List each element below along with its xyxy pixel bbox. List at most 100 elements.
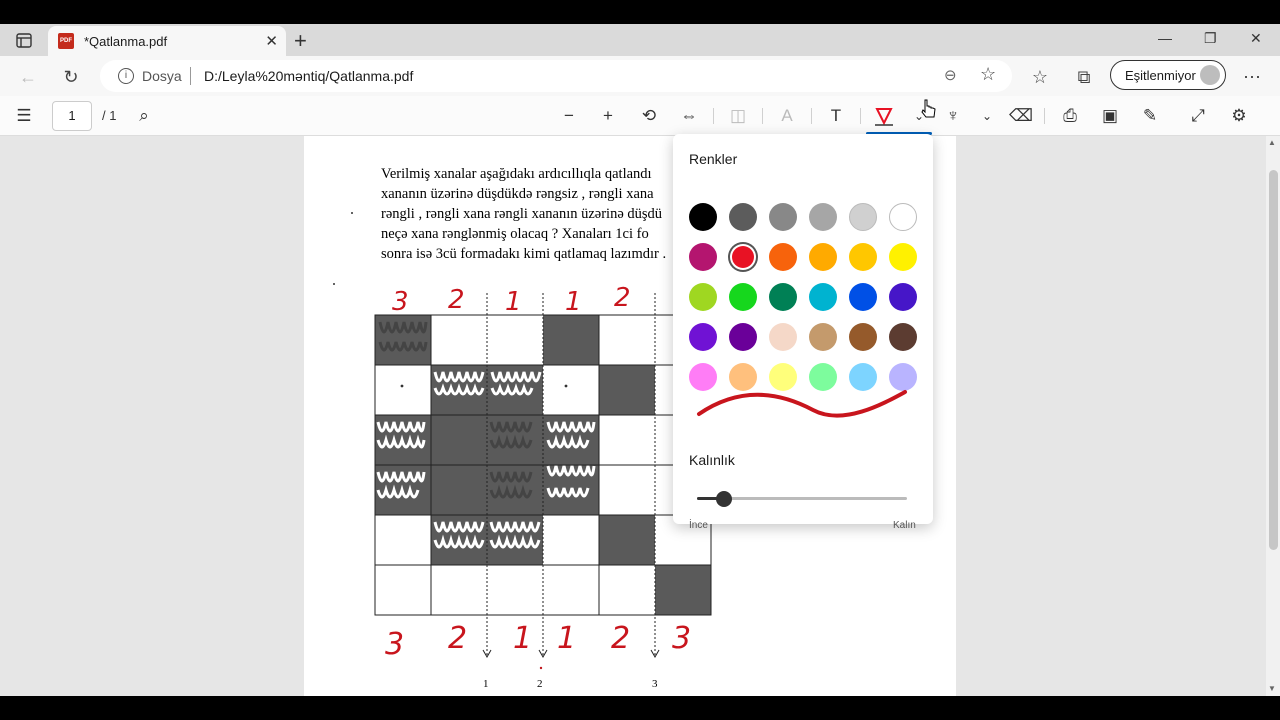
fullscreen-icon[interactable]: ⤢: [1186, 104, 1210, 128]
top-label: 1: [505, 287, 522, 317]
settings-icon[interactable]: ⚙: [1227, 104, 1251, 128]
tab-strip: PDF *Qatlanma.pdf ✕ + — ❐ ✕: [0, 24, 1280, 56]
toolbar-separator: [1044, 108, 1045, 124]
color-swatch[interactable]: [729, 283, 757, 311]
add-favorite-icon[interactable]: ☆: [980, 64, 996, 85]
thickness-slider-thumb[interactable]: [716, 491, 733, 507]
zoom-out-icon[interactable]: ⊖: [944, 66, 957, 84]
top-label: 2: [614, 283, 631, 313]
bottom-label: 2: [448, 621, 467, 656]
color-swatch[interactable]: [849, 203, 877, 231]
color-swatch[interactable]: [849, 283, 877, 311]
toolbar-separator: [860, 108, 861, 124]
color-swatch[interactable]: [889, 203, 917, 231]
close-window-icon[interactable]: ✕: [1250, 30, 1262, 47]
color-swatch[interactable]: [732, 246, 754, 268]
colors-heading: Renkler: [689, 151, 738, 167]
document-area[interactable]: Verilmiş xanalar aşağıdakı ardıcıllıqla …: [0, 136, 1266, 696]
toolbar-separator: [762, 108, 763, 124]
rotate-icon[interactable]: ⟲: [637, 104, 661, 128]
refresh-icon[interactable]: ↻: [58, 64, 84, 90]
color-swatch[interactable]: [809, 283, 837, 311]
browser-window: PDF *Qatlanma.pdf ✕ + — ❐ ✕ ← ↻ i Dosya …: [0, 24, 1280, 696]
page-view-icon[interactable]: ◫: [726, 104, 750, 128]
collections-icon[interactable]: ⧉: [1071, 64, 1097, 90]
fit-width-icon[interactable]: ⇔: [677, 104, 701, 128]
eraser-icon[interactable]: ⌫: [1009, 104, 1033, 128]
screen: PDF *Qatlanma.pdf ✕ + — ❐ ✕ ← ↻ i Dosya …: [0, 0, 1280, 720]
color-swatch[interactable]: [689, 283, 717, 311]
tab-actions-icon[interactable]: [12, 31, 36, 51]
close-tab-icon[interactable]: ✕: [265, 32, 278, 50]
favorites-icon[interactable]: ☆: [1027, 64, 1053, 90]
tab-active[interactable]: PDF *Qatlanma.pdf ✕: [48, 26, 286, 56]
scrollbar-thumb[interactable]: [1269, 170, 1278, 550]
red-dot: [539, 666, 543, 670]
color-swatch[interactable]: [849, 243, 877, 271]
more-options-icon[interactable]: ⋯: [1239, 64, 1265, 90]
avatar: [1200, 65, 1220, 85]
zoom-out-button-icon[interactable]: −: [557, 104, 581, 128]
tab-title: *Qatlanma.pdf: [84, 34, 168, 49]
color-swatch[interactable]: [729, 203, 757, 231]
back-icon[interactable]: ←: [15, 64, 41, 90]
color-swatch[interactable]: [729, 323, 757, 351]
minimize-icon[interactable]: —: [1158, 30, 1172, 46]
stray-dot: [333, 283, 335, 285]
cell-dot: [564, 384, 568, 388]
color-swatch[interactable]: [809, 203, 837, 231]
zoom-in-icon[interactable]: +: [596, 104, 620, 128]
pdf-toolbar: ☰ 1 / 1 ⌕ − + ⟲ ⇔ ◫ A T ⌄ ♆ ⌄ ⌫ ⎙ ▣ ✎ ⤢ …: [0, 96, 1280, 136]
contents-icon[interactable]: ☰: [12, 104, 36, 128]
info-icon[interactable]: i: [118, 68, 134, 84]
color-swatch[interactable]: [689, 323, 717, 351]
profile-button[interactable]: Eşitlenmiyor: [1110, 60, 1226, 90]
top-label: 3: [392, 287, 409, 317]
new-tab-icon[interactable]: +: [294, 28, 307, 54]
read-aloud-icon[interactable]: A: [775, 104, 799, 128]
cell-dot: [400, 384, 404, 388]
scroll-up-icon[interactable]: ▲: [1268, 138, 1276, 147]
restore-icon[interactable]: ❐: [1204, 30, 1217, 47]
fold-number: 1: [483, 678, 489, 690]
highlight-options-chevron-icon[interactable]: ⌄: [975, 104, 999, 128]
address-separator: [190, 67, 191, 85]
color-swatch[interactable]: [689, 203, 717, 231]
scroll-down-icon[interactable]: ▼: [1268, 684, 1276, 693]
page-number-input[interactable]: 1: [52, 101, 92, 131]
profile-label: Eşitlenmiyor: [1125, 68, 1196, 83]
print-icon[interactable]: ⎙: [1058, 104, 1082, 128]
color-swatch[interactable]: [769, 323, 797, 351]
thickness-heading: Kalınlık: [689, 452, 735, 468]
draw-color-popup: Renkler Kalınlık İnce Kalın: [673, 134, 933, 531]
address-scheme-label: Dosya: [142, 68, 182, 84]
address-bar[interactable]: i Dosya D:/Leyla%20məntiq/Qatlanma.pdf ⊖…: [100, 60, 1012, 92]
bottom-label: 1: [557, 621, 576, 656]
bottom-label: 1: [513, 621, 532, 656]
color-swatch[interactable]: [889, 243, 917, 271]
color-swatch[interactable]: [849, 323, 877, 351]
color-swatch[interactable]: [769, 243, 797, 271]
add-text-icon[interactable]: T: [824, 104, 848, 128]
color-swatch[interactable]: [689, 243, 717, 271]
pdf-file-icon: PDF: [58, 33, 74, 49]
save-icon[interactable]: ▣: [1098, 104, 1122, 128]
color-swatch[interactable]: [889, 323, 917, 351]
navigation-bar: ← ↻ i Dosya D:/Leyla%20məntiq/Qatlanma.p…: [0, 56, 1280, 96]
color-swatch[interactable]: [809, 323, 837, 351]
stroke-preview: [697, 390, 907, 418]
toolbar-separator: [811, 108, 812, 124]
highlight-icon[interactable]: ♆: [941, 104, 965, 128]
search-icon[interactable]: ⌕: [132, 104, 156, 128]
address-url[interactable]: D:/Leyla%20məntiq/Qatlanma.pdf: [204, 68, 413, 84]
save-as-icon[interactable]: ✎: [1138, 104, 1162, 128]
color-swatch[interactable]: [769, 283, 797, 311]
color-swatch[interactable]: [769, 203, 797, 231]
fold-number: 3: [652, 678, 658, 690]
draw-icon[interactable]: [872, 104, 896, 128]
fold-number: 2: [537, 678, 543, 690]
color-swatch[interactable]: [809, 243, 837, 271]
thick-label: Kalın: [893, 520, 916, 531]
vertical-scrollbar[interactable]: ▲ ▼: [1266, 136, 1280, 696]
color-swatch[interactable]: [889, 283, 917, 311]
